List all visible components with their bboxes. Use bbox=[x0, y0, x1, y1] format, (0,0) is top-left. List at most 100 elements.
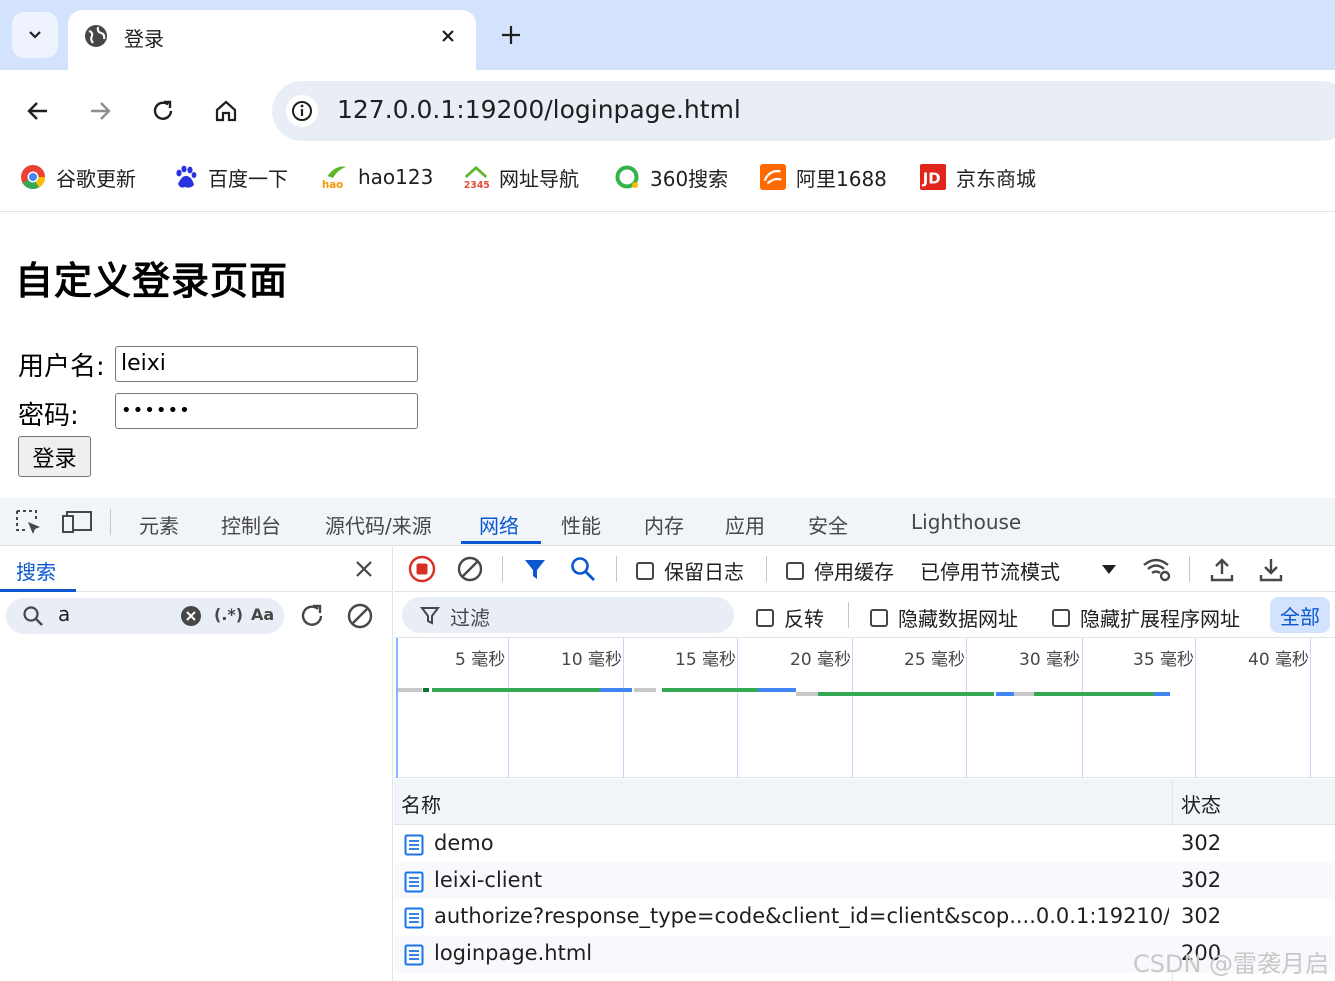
watermark: CSDN @雷袭月启 bbox=[1133, 950, 1330, 978]
table-row[interactable]: leixi-client 302 bbox=[394, 863, 1335, 900]
tab-lighthouse[interactable]: Lighthouse bbox=[911, 510, 1021, 534]
timeline-tick-label: 35 毫秒 bbox=[1133, 650, 1195, 670]
reload-button[interactable] bbox=[143, 94, 183, 128]
filter-icon bbox=[420, 607, 440, 625]
bookmark-item[interactable]: JD 京东商城 bbox=[920, 162, 1036, 192]
bookmark-item[interactable]: 百度一下 bbox=[172, 162, 288, 192]
bookmark-item[interactable]: hao hao123 bbox=[322, 162, 433, 192]
record-button[interactable] bbox=[406, 553, 438, 585]
request-name: leixi-client bbox=[434, 868, 543, 892]
inspect-icon bbox=[16, 510, 40, 534]
disable-cache-checkbox[interactable]: 停用缓存 bbox=[786, 556, 894, 585]
password-input[interactable]: •••••• bbox=[115, 393, 418, 429]
waterfall-segment bbox=[432, 688, 600, 692]
throttling-dropdown[interactable] bbox=[1098, 558, 1120, 580]
bookmark-item[interactable]: 阿里1688 bbox=[760, 162, 887, 192]
inspect-element-button[interactable] bbox=[12, 506, 44, 538]
checkbox-box[interactable] bbox=[756, 608, 774, 627]
checkbox-box[interactable] bbox=[1052, 608, 1070, 627]
active-tab[interactable]: 登录 bbox=[68, 10, 476, 70]
url-text[interactable]: 127.0.0.1:19200/loginpage.html bbox=[337, 95, 741, 124]
svg-text:hao: hao bbox=[322, 180, 343, 190]
bookmark-item[interactable]: 2345 网址导航 bbox=[463, 162, 579, 192]
search-panel-header bbox=[0, 546, 393, 592]
table-row[interactable]: demo 302 bbox=[394, 826, 1335, 863]
new-tab-button[interactable] bbox=[496, 20, 526, 50]
tab-performance[interactable]: 性能 bbox=[561, 510, 601, 539]
address-bar[interactable]: 127.0.0.1:19200/loginpage.html bbox=[272, 81, 1335, 141]
site-info-button[interactable] bbox=[286, 95, 318, 127]
waterfall-segment bbox=[796, 692, 818, 696]
export-har-button[interactable] bbox=[1255, 553, 1287, 585]
invert-checkbox[interactable]: 反转 bbox=[756, 603, 824, 632]
block-icon bbox=[457, 556, 483, 582]
chevron-down-icon bbox=[29, 31, 41, 39]
hide-extension-urls-checkbox[interactable]: 隐藏扩展程序网址 bbox=[1052, 603, 1240, 632]
clear-search-button[interactable] bbox=[344, 600, 376, 632]
table-row[interactable]: authorize?response_type=code&client_id=c… bbox=[394, 899, 1335, 936]
search-network-button[interactable] bbox=[567, 553, 599, 585]
waterfall-segment bbox=[758, 688, 796, 692]
timeline-tick-label: 5 毫秒 bbox=[455, 650, 506, 670]
active-tab-indicator bbox=[461, 541, 541, 544]
hide-data-urls-checkbox[interactable]: 隐藏数据网址 bbox=[870, 603, 1018, 632]
bookmark-label: 京东商城 bbox=[956, 166, 1036, 191]
timeline-gridline bbox=[852, 638, 853, 778]
hide-extension-urls-label: 隐藏扩展程序网址 bbox=[1080, 607, 1240, 631]
clear-log-button[interactable] bbox=[454, 553, 486, 585]
close-icon bbox=[442, 30, 454, 42]
checkbox-box[interactable] bbox=[636, 561, 654, 580]
login-button[interactable]: 登录 bbox=[18, 436, 91, 477]
timeline-tick-label: 30 毫秒 bbox=[1019, 650, 1081, 670]
tab-application[interactable]: 应用 bbox=[725, 510, 765, 539]
tab-close-button[interactable] bbox=[434, 22, 462, 50]
1688-icon bbox=[760, 164, 786, 190]
tab-sources[interactable]: 源代码/来源 bbox=[325, 510, 432, 539]
column-header-name[interactable]: 名称 bbox=[401, 789, 441, 818]
tab-security[interactable]: 安全 bbox=[808, 510, 848, 539]
checkbox-box[interactable] bbox=[870, 608, 888, 627]
throttling-select[interactable]: 已停用节流模式 bbox=[920, 556, 1060, 585]
tab-network[interactable]: 网络 bbox=[479, 510, 519, 539]
preserve-log-checkbox[interactable]: 保留日志 bbox=[636, 556, 744, 585]
device-toolbar-button[interactable] bbox=[60, 506, 94, 538]
document-icon bbox=[404, 834, 424, 856]
home-button[interactable] bbox=[206, 94, 246, 128]
close-search-button[interactable] bbox=[350, 555, 378, 583]
column-header-status[interactable]: 状态 bbox=[1181, 789, 1221, 818]
filter-all-button[interactable]: 全部 bbox=[1270, 597, 1330, 633]
jd-icon: JD bbox=[920, 164, 946, 190]
filter-input[interactable]: 过滤 bbox=[402, 597, 734, 633]
block-icon bbox=[347, 603, 373, 629]
import-har-button[interactable] bbox=[1206, 553, 1238, 585]
request-status: 302 bbox=[1181, 868, 1222, 892]
waterfall-segment bbox=[1014, 692, 1034, 696]
match-case-toggle[interactable]: Aa bbox=[251, 605, 274, 624]
separator bbox=[1189, 556, 1190, 582]
hide-data-urls-label: 隐藏数据网址 bbox=[898, 607, 1018, 631]
forward-button[interactable] bbox=[80, 94, 120, 128]
tab-search-button[interactable] bbox=[12, 12, 58, 58]
tab-console[interactable]: 控制台 bbox=[221, 510, 281, 539]
bookmark-item[interactable]: 360搜索 bbox=[614, 162, 728, 192]
back-button[interactable] bbox=[18, 94, 58, 128]
refresh-search-button[interactable] bbox=[296, 600, 328, 632]
username-input[interactable]: leixi bbox=[115, 346, 418, 382]
bookmark-item[interactable]: 谷歌更新 bbox=[20, 162, 136, 192]
regex-toggle[interactable]: (.*) bbox=[214, 605, 243, 624]
request-status: 302 bbox=[1181, 904, 1222, 928]
waterfall-segment bbox=[996, 692, 1014, 696]
network-conditions-button[interactable] bbox=[1140, 553, 1174, 585]
search-input[interactable]: a (.*) Aa bbox=[6, 598, 284, 634]
filter-toggle-button[interactable] bbox=[519, 553, 551, 585]
360-icon bbox=[614, 164, 640, 190]
clear-icon[interactable] bbox=[180, 605, 202, 627]
close-icon bbox=[356, 561, 372, 577]
search-panel-title[interactable]: 搜索 bbox=[16, 556, 56, 585]
tab-elements[interactable]: 元素 bbox=[139, 510, 179, 539]
checkbox-box[interactable] bbox=[786, 561, 804, 580]
separator bbox=[848, 602, 849, 628]
separator bbox=[616, 556, 617, 582]
tab-memory[interactable]: 内存 bbox=[644, 510, 684, 539]
disable-cache-label: 停用缓存 bbox=[814, 560, 894, 584]
